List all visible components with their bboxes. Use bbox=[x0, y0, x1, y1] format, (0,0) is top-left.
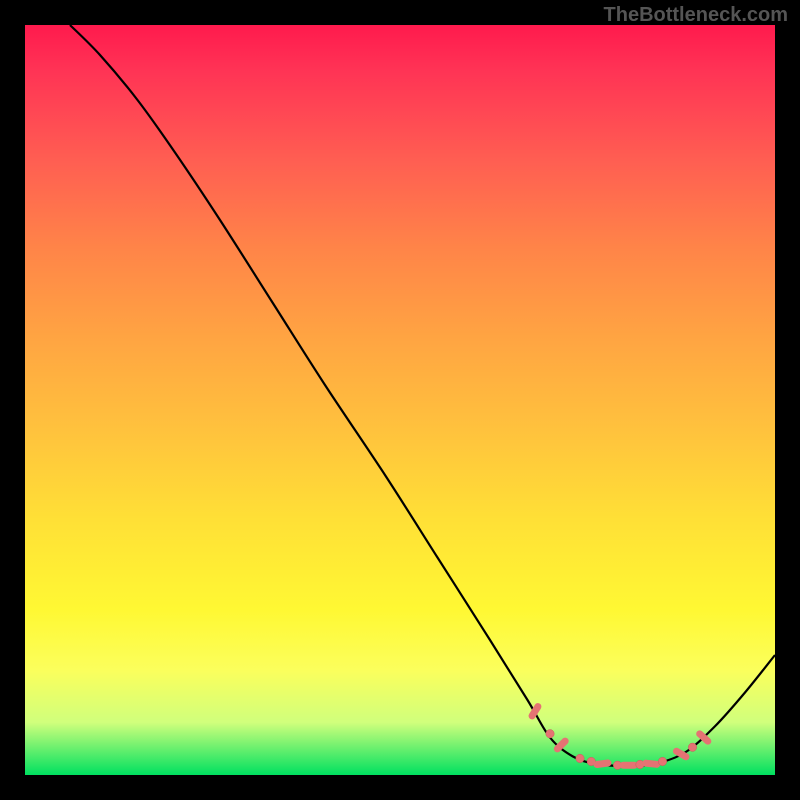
curve-marker-dot bbox=[546, 730, 554, 738]
curve-marker-dash bbox=[646, 763, 657, 764]
curve-marker-dash bbox=[597, 763, 608, 765]
curve-marker-dash bbox=[532, 707, 538, 716]
chart-svg bbox=[25, 25, 775, 775]
watermark-text: TheBottleneck.com bbox=[604, 4, 788, 27]
bottleneck-curve bbox=[70, 25, 775, 766]
curve-marker-dash bbox=[676, 751, 686, 757]
curve-marker-dot bbox=[688, 743, 696, 751]
curve-marker-dash bbox=[557, 741, 565, 749]
chart-plot-area bbox=[25, 25, 775, 775]
curve-marker-dot bbox=[576, 754, 584, 762]
curve-marker-dot bbox=[658, 757, 666, 765]
marker-group bbox=[532, 707, 708, 770]
